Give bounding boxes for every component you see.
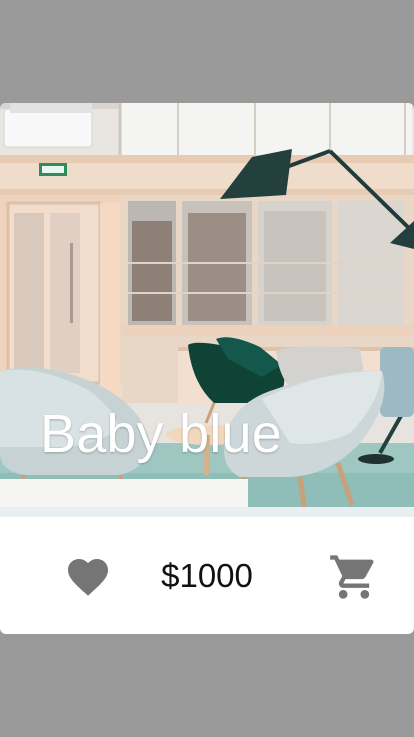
product-photo[interactable]: Baby blue <box>0 103 414 517</box>
product-card: Baby blue $1000 <box>0 103 414 634</box>
product-price: $1000 <box>161 557 253 594</box>
favorite-button[interactable] <box>60 549 116 605</box>
shopping-cart-icon <box>330 555 374 599</box>
heart-icon <box>68 559 108 596</box>
product-action-bar: $1000 <box>0 517 414 634</box>
product-title: Baby blue <box>40 404 282 464</box>
add-to-cart-button[interactable] <box>326 549 382 605</box>
